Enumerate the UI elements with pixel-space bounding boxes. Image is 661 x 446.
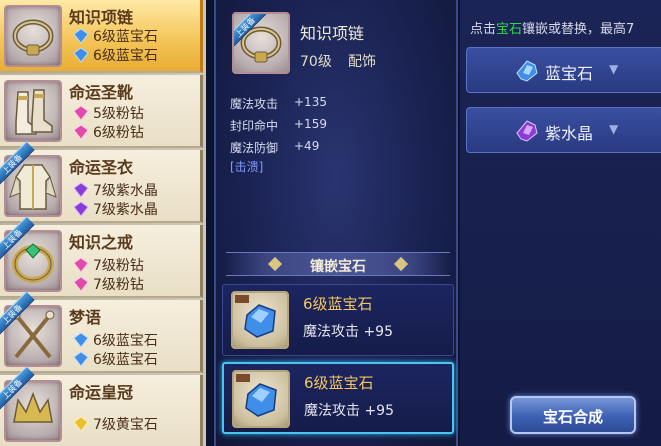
gem-synthesis-button[interactable]: 宝石合成 — [510, 396, 636, 434]
sapphire-icon — [232, 370, 290, 428]
sapphire-icon — [73, 46, 89, 63]
gem-label: 7级粉钻 — [93, 257, 144, 274]
gem-select-panel: 点击宝石镶嵌或替换，最高7 蓝宝石 ▼ 紫水晶 ▼ 宝石合成 — [460, 0, 661, 446]
sapphire-icon — [231, 291, 289, 349]
gem-line: 5级粉钻 — [73, 104, 144, 122]
gem-line: 6级蓝宝石 — [73, 46, 158, 64]
gem-line: 7级紫水晶 — [73, 181, 158, 199]
topaz-icon — [73, 415, 89, 432]
gem-slot-1[interactable]: 6级蓝宝石 魔法攻击 +95 — [222, 284, 454, 356]
amethyst-icon — [73, 200, 89, 217]
slot-gem-attr: 魔法攻击 +95 — [304, 403, 394, 419]
gem-line: 7级紫水晶 — [73, 200, 158, 218]
stat-row: 魔法防御 +49 — [230, 139, 319, 156]
stat-row: 魔法攻击 +135 — [230, 95, 327, 112]
equipment-name: 知识项链 — [69, 8, 134, 27]
equipment-name: 命运皇冠 — [69, 383, 134, 402]
gem-label: 6级粉钻 — [93, 124, 144, 141]
sapphire-icon — [73, 331, 89, 348]
amethyst-icon — [73, 181, 89, 198]
stat-value: +135 — [294, 95, 327, 109]
slot-gem-attr: 魔法攻击 +95 — [303, 324, 393, 340]
gem-line: 7级黄宝石 — [73, 415, 158, 433]
chevron-down-icon: ▼ — [609, 122, 619, 136]
hint-suffix: 镶嵌或替换，最高7 — [522, 22, 635, 37]
synthesis-label: 宝石合成 — [542, 408, 603, 426]
pink-diamond-icon — [73, 104, 89, 121]
gem-line: 6级蓝宝石 — [73, 350, 158, 368]
stat-label: 魔法防御 — [230, 141, 279, 155]
gem-label: 6级蓝宝石 — [93, 332, 158, 349]
sapphire-select-button[interactable]: 蓝宝石 ▼ — [466, 47, 661, 93]
chevron-down-icon: ▼ — [609, 62, 619, 76]
gem-button-label: 蓝宝石 — [545, 64, 594, 83]
gem-line: 7级粉钻 — [73, 275, 144, 293]
stat-value: +49 — [294, 139, 320, 153]
boots-icon — [4, 80, 62, 142]
equipment-item-staff[interactable]: 上装备 梦语 6级蓝宝石 6级蓝宝石 — [0, 291, 203, 373]
hint-highlight: 宝石 — [496, 22, 523, 37]
sapphire-icon — [73, 350, 89, 367]
gem-label: 7级粉钻 — [93, 276, 144, 293]
gem-label: 7级紫水晶 — [93, 201, 158, 218]
equipment-name: 命运圣靴 — [69, 83, 134, 102]
equipment-item-ring[interactable]: 上装备 知识之戒 7级粉钻 7级粉钻 — [0, 216, 203, 298]
stat-label: 封印命中 — [230, 119, 279, 133]
gem-label: 6级蓝宝石 — [93, 47, 158, 64]
instruction-text: 点击宝石镶嵌或替换，最高7 — [470, 18, 634, 37]
pink-diamond-icon — [73, 256, 89, 273]
gem-line: 6级蓝宝石 — [73, 331, 158, 349]
pink-diamond-icon — [73, 123, 89, 140]
gem-button-label: 紫水晶 — [545, 124, 594, 143]
gem-label: 6级蓝宝石 — [93, 351, 158, 368]
gem-slot-2[interactable]: 6级蓝宝石 魔法攻击 +95 — [222, 362, 454, 434]
amethyst-icon — [516, 120, 538, 142]
section-title: 镶嵌宝石 — [310, 259, 366, 275]
necklace-icon — [4, 5, 62, 67]
equipment-name: 梦语 — [69, 308, 102, 327]
gem-label: 7级黄宝石 — [93, 416, 158, 433]
stat-row: 封印命中 +159 — [230, 117, 327, 134]
gem-label: 5级粉钻 — [93, 105, 144, 122]
slot-gem-name: 6级蓝宝石 — [304, 374, 374, 392]
section-title-banner: 镶嵌宝石 — [226, 252, 450, 276]
amethyst-select-button[interactable]: 紫水晶 ▼ — [466, 107, 661, 153]
sapphire-icon — [73, 27, 89, 44]
equipment-name: 知识之戒 — [69, 233, 134, 252]
special-effect: [击溃] — [230, 160, 264, 174]
item-name: 知识项链 — [300, 24, 365, 43]
gem-label: 6级蓝宝石 — [93, 28, 158, 45]
equipment-item-boots[interactable]: 命运圣靴 5级粉钻 6级粉钻 — [0, 75, 203, 148]
gem-line: 7级粉钻 — [73, 256, 144, 274]
slot-gem-name: 6级蓝宝石 — [303, 295, 373, 313]
stat-value: +159 — [294, 117, 327, 131]
item-type: 配饰 — [348, 54, 376, 70]
hint-prefix: 点击 — [470, 22, 497, 37]
item-level: 70级 — [300, 54, 332, 70]
sapphire-icon — [516, 60, 538, 82]
gem-label: 7级紫水晶 — [93, 182, 158, 199]
gem-line: 6级粉钻 — [73, 123, 144, 141]
gem-line: 6级蓝宝石 — [73, 27, 158, 45]
necklace-icon: 上装备 — [232, 12, 290, 74]
equipment-detail-panel: 上装备 知识项链 70级 配饰 魔法攻击 +135 封印命中 +159 魔法防御… — [214, 0, 458, 446]
equipment-item-robe[interactable]: 上装备 命运圣衣 7级紫水晶 7级紫水晶 — [0, 141, 203, 223]
stat-label: 魔法攻击 — [230, 97, 279, 111]
equipment-list[interactable]: 知识项链 6级蓝宝石 6级蓝宝石 命运圣靴 5级粉钻 6级粉钻 上装备 命运圣衣 — [0, 0, 206, 446]
equipment-name: 命运圣衣 — [69, 158, 134, 177]
pink-diamond-icon — [73, 275, 89, 292]
equipment-item-necklace[interactable]: 知识项链 6级蓝宝石 6级蓝宝石 — [0, 0, 203, 73]
equipment-item-crown[interactable]: 上装备 命运皇冠 7级黄宝石 — [0, 366, 203, 446]
